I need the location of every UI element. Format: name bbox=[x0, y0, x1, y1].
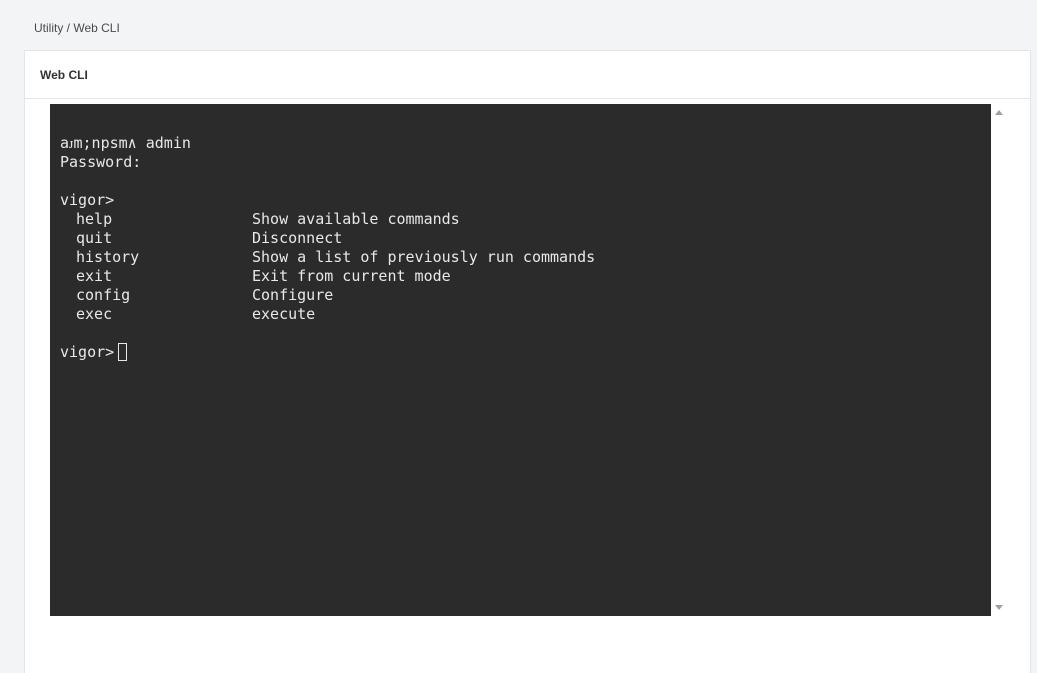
command-name: quit bbox=[76, 229, 113, 247]
current-prompt: vigor> bbox=[60, 343, 115, 361]
command-name: config bbox=[76, 286, 131, 304]
command-row: exit Exit from current mode bbox=[60, 267, 991, 286]
command-description: Configure bbox=[252, 286, 334, 304]
command-name: exec bbox=[76, 305, 113, 323]
prompt-line: vigor> bbox=[60, 191, 115, 209]
command-description: Disconnect bbox=[252, 229, 343, 247]
panel-title: Web CLI bbox=[40, 67, 88, 82]
command-row: exec execute bbox=[60, 305, 991, 324]
page: Utility / Web CLI Web CLI aᴊm;npsm∧ admi… bbox=[0, 0, 1037, 673]
terminal-console[interactable]: aᴊm;npsm∧ admin Password: vigor> help Sh… bbox=[50, 104, 991, 616]
panel-header: Web CLI bbox=[25, 51, 1030, 99]
terminal-scrollbar[interactable] bbox=[991, 104, 1008, 616]
cursor-block bbox=[118, 343, 128, 361]
command-description: Show available commands bbox=[252, 210, 460, 228]
command-row: help Show available commands bbox=[60, 210, 991, 229]
scroll-up-icon[interactable] bbox=[995, 110, 1003, 115]
current-prompt-line[interactable]: vigor> bbox=[60, 343, 991, 362]
password-line: Password: bbox=[60, 153, 142, 171]
command-description: Exit from current mode bbox=[252, 267, 451, 285]
scroll-down-icon[interactable] bbox=[995, 605, 1003, 610]
command-name: exit bbox=[76, 267, 113, 285]
command-description: Show a list of previously run commands bbox=[252, 248, 596, 266]
command-row: history Show a list of previously run co… bbox=[60, 248, 991, 267]
login-line: aᴊm;npsm∧ admin bbox=[60, 134, 191, 152]
breadcrumb: Utility / Web CLI bbox=[24, 8, 1031, 48]
command-description: execute bbox=[252, 305, 316, 323]
command-row: config Configure bbox=[60, 286, 991, 305]
command-name: help bbox=[76, 210, 113, 228]
breadcrumb-text: Utility / Web CLI bbox=[34, 21, 120, 35]
command-row: quit Disconnect bbox=[60, 229, 991, 248]
web-cli-panel: Web CLI aᴊm;npsm∧ admin Password: vigor>… bbox=[24, 50, 1031, 673]
command-name: history bbox=[76, 248, 140, 266]
